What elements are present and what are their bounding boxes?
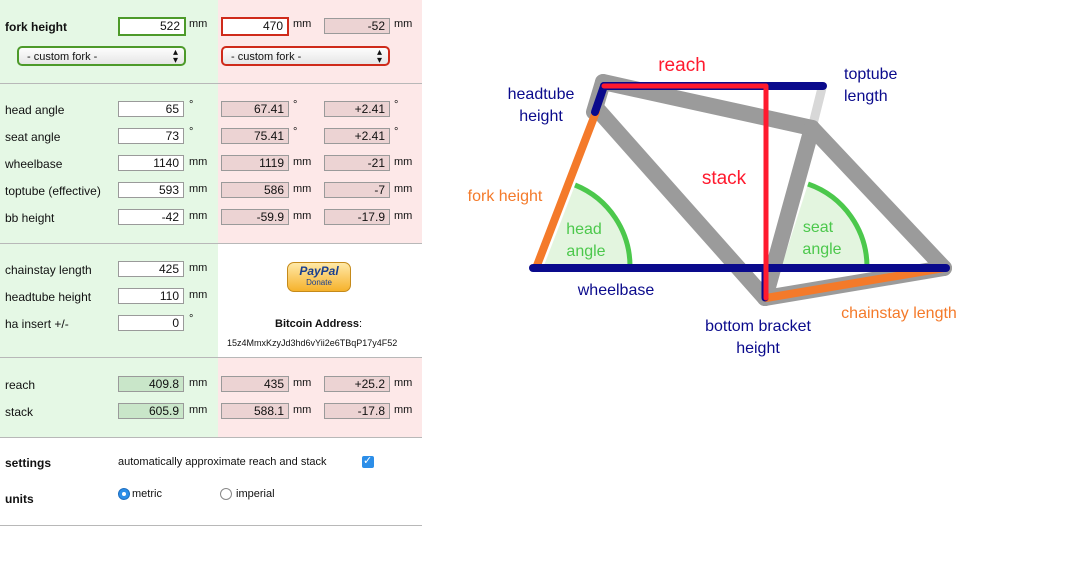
diagram-head-angle-label-1: head (566, 221, 602, 238)
diagram-reach-label: reach (658, 55, 706, 76)
chainstay-line (762, 264, 948, 302)
diagram-bb-label-1: bottom bracket (705, 318, 811, 335)
diagram-stack-label: stack (702, 168, 747, 189)
diagram-headtube-label-1: headtube (508, 86, 575, 103)
diagram-headtube-label-2: height (519, 108, 563, 125)
diagram-seat-angle-label-2: angle (802, 241, 841, 258)
diagram-toptube-label-1: toptube (844, 66, 897, 83)
bike-geometry-diagram: reach toptube length headtube height sta… (468, 55, 957, 357)
diagram-bb-label-2: height (736, 340, 780, 357)
diagram-seat-angle-label-1: seat (803, 219, 834, 236)
diagram-head-angle-label-2: angle (566, 243, 605, 260)
diagram-chainstay-label: chainstay length (841, 305, 957, 322)
diagram-wheelbase-label: wheelbase (577, 282, 655, 299)
diagram-fork-height-label: fork height (468, 188, 543, 205)
diagram-toptube-label-2: length (844, 88, 888, 105)
